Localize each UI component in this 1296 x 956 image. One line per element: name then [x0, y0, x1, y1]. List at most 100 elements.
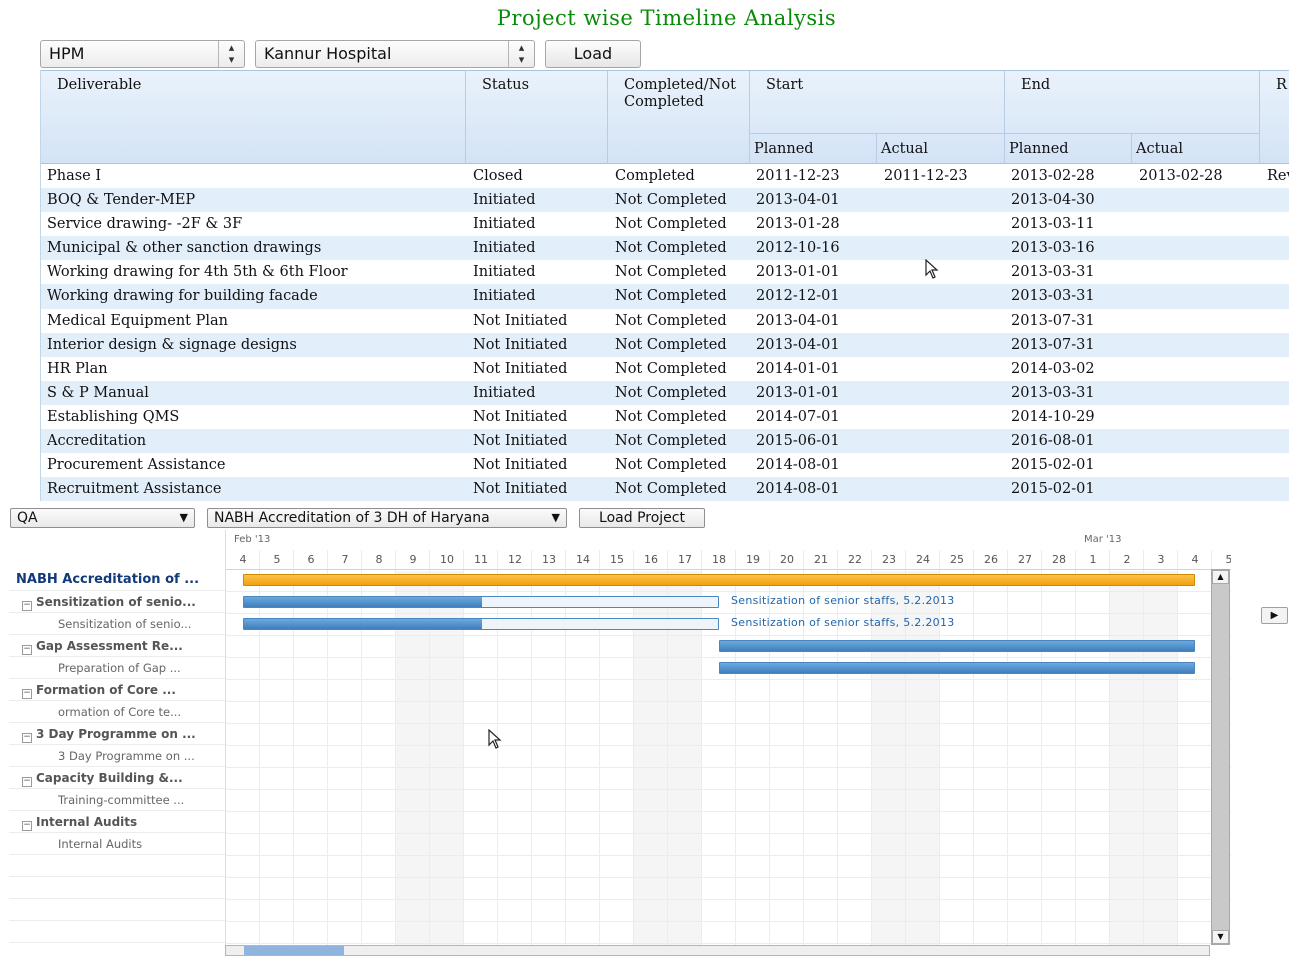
- gantt-task-bar[interactable]: [243, 618, 719, 630]
- header-start-actual[interactable]: Actual: [877, 133, 1005, 164]
- scroll-down-icon[interactable]: ▼: [1212, 930, 1229, 944]
- gantt-task-name: 3 Day Programme on ...: [58, 749, 195, 763]
- gantt-task-row[interactable]: Internal Audits: [9, 833, 225, 855]
- day-label: 3: [1157, 553, 1165, 566]
- cell-d: Municipal & other sanction drawings: [47, 240, 322, 257]
- gantt-summary-bar[interactable]: [243, 574, 1195, 586]
- gantt-horizontal-scrollbar[interactable]: [225, 945, 1210, 956]
- day-label: 4: [239, 553, 247, 566]
- day-label: 27: [1018, 553, 1032, 566]
- scroll-thumb[interactable]: [244, 946, 344, 955]
- table-row[interactable]: HR Plan Not Initiated Not Completed 2014-01…: [41, 357, 1289, 381]
- collapse-icon[interactable]: −: [22, 645, 32, 655]
- day-label: 9: [409, 553, 417, 566]
- header-end-actual[interactable]: Actual: [1132, 133, 1260, 164]
- header-deliverable[interactable]: Deliverable: [41, 71, 466, 164]
- gantt-task-name: Sensitization of senio...: [58, 617, 192, 631]
- gantt-task-row[interactable]: − Capacity Building &...: [9, 767, 225, 789]
- cell-d: Accreditation: [47, 433, 147, 450]
- grid-line: [735, 550, 736, 945]
- grid-line: [667, 550, 668, 945]
- gantt-task-bar[interactable]: [719, 662, 1195, 674]
- header-status[interactable]: Status: [466, 71, 608, 164]
- table-row[interactable]: Phase I Closed Completed 2011-12-23 2011-12-…: [41, 164, 1289, 188]
- scroll-up-icon[interactable]: ▲: [1212, 570, 1229, 584]
- cell-c: Not Completed: [615, 433, 727, 450]
- gantt-vertical-scrollbar[interactable]: ▲ ▼: [1211, 569, 1230, 945]
- row-line: [226, 855, 1231, 856]
- header-end-planned[interactable]: Planned: [1005, 133, 1132, 164]
- mouse-cursor-icon: [925, 259, 939, 279]
- load-button[interactable]: Load: [545, 40, 641, 68]
- cell-sp: 2014-07-01: [756, 408, 840, 425]
- gantt-task-row[interactable]: Sensitization of senio...: [9, 613, 225, 635]
- table-row[interactable]: Procurement Assistance Not Initiated Not C…: [41, 453, 1289, 477]
- cell-c: Not Completed: [615, 481, 727, 498]
- gantt-task-name: Capacity Building &...: [36, 771, 183, 785]
- gantt-task-row[interactable]: − Sensitization of senio...: [9, 591, 225, 613]
- row-line: [226, 789, 1231, 790]
- gantt-task-row[interactable]: Preparation of Gap ...: [9, 657, 225, 679]
- grid-line: [1143, 550, 1144, 945]
- table-row[interactable]: S & P Manual Initiated Not Completed 2013-0…: [41, 380, 1289, 405]
- month-label: Feb '13: [234, 534, 271, 545]
- project-select[interactable]: Kannur Hospital ▴ ▾: [255, 40, 535, 68]
- gantt-task-name: Sensitization of senio...: [36, 595, 196, 609]
- cell-d: Procurement Assistance: [47, 457, 226, 474]
- table-row[interactable]: BOQ & Tender-MEP Initiated Not Completed 20…: [41, 188, 1289, 213]
- scroll-right-icon[interactable]: ▶: [1261, 607, 1288, 624]
- table-row[interactable]: Medical Equipment Plan Not Initiated Not C…: [41, 309, 1289, 333]
- gantt-task-bar[interactable]: [243, 596, 719, 608]
- gantt-project-select[interactable]: NABH Accreditation of 3 DH of Haryana ▼: [207, 508, 567, 528]
- gantt-task-row[interactable]: NABH Accreditation of ...: [9, 569, 225, 591]
- table-row[interactable]: Service drawing- -2F & 3F Initiated Not Co…: [41, 212, 1289, 236]
- row-line: [226, 591, 1231, 592]
- header-completed[interactable]: Completed/Not Completed: [608, 71, 750, 164]
- collapse-icon[interactable]: −: [22, 733, 32, 743]
- table-row[interactable]: Accreditation Not Initiated Not Completed 2…: [41, 429, 1289, 454]
- weekend-shade: [1110, 571, 1144, 945]
- cell-d: Service drawing- -2F & 3F: [47, 216, 243, 233]
- table-row[interactable]: Working drawing for building facade Initi…: [41, 284, 1289, 309]
- cell-s: Initiated: [473, 384, 536, 401]
- cell-ep: 2013-02-28: [1011, 168, 1095, 184]
- gantt-filter-select[interactable]: QA ▼: [10, 508, 195, 528]
- row-line: [226, 635, 1231, 636]
- department-select[interactable]: HPM ▴ ▾: [40, 40, 245, 68]
- cell-sp: 2014-08-01: [756, 481, 840, 498]
- grid-line: [769, 550, 770, 945]
- collapse-icon[interactable]: −: [22, 601, 32, 611]
- cell-d: Working drawing for building facade: [47, 288, 318, 305]
- gantt-task-row[interactable]: ormation of Core te...: [9, 701, 225, 723]
- gantt-task-bar[interactable]: [719, 640, 1195, 652]
- gantt-task-row[interactable]: −3 Day Programme on ...: [9, 723, 225, 745]
- collapse-icon[interactable]: −: [22, 821, 32, 831]
- day-label: 10: [440, 553, 454, 566]
- day-label: 15: [610, 553, 624, 566]
- gantt-task-row[interactable]: 3 Day Programme on ...: [9, 745, 225, 767]
- project-select-value: Kannur Hospital: [264, 44, 392, 63]
- table-row[interactable]: Recruitment Assistance Not Initiated Not C…: [41, 477, 1289, 501]
- table-row[interactable]: Establishing QMS Not Initiated Not Complet…: [41, 405, 1289, 429]
- gantt-task-row[interactable]: − Internal Audits: [9, 811, 225, 833]
- collapse-icon[interactable]: −: [22, 777, 32, 787]
- gantt-task-row[interactable]: Training-committee ...: [9, 789, 225, 811]
- cell-sp: 2013-01-28: [756, 216, 840, 233]
- table-row[interactable]: Municipal & other sanction drawings Initi…: [41, 236, 1289, 261]
- page-title: Project wise Timeline Analysis: [496, 6, 837, 30]
- gantt-task-row[interactable]: − Formation of Core ...: [9, 679, 225, 701]
- row-line: [226, 899, 1231, 900]
- day-label: 24: [916, 553, 930, 566]
- table-row[interactable]: Interior design & signage designs Not Ini…: [41, 332, 1289, 357]
- day-label: 23: [882, 553, 896, 566]
- collapse-icon[interactable]: −: [22, 689, 32, 699]
- header-start-planned[interactable]: Planned: [750, 133, 877, 164]
- weekend-shade: [1144, 571, 1178, 945]
- header-remarks[interactable]: R: [1260, 71, 1289, 164]
- deliverables-table: Deliverable Status Completed/Not Complet…: [40, 70, 1289, 501]
- gantt-bar-label: Sensitization of senior staffs, 5.2.2013: [731, 594, 955, 607]
- load-project-button[interactable]: Load Project: [579, 508, 705, 528]
- gantt-task-tree: NABH Accreditation of ... − Sensitization …: [9, 530, 225, 945]
- table-row[interactable]: Working drawing for 4th 5th & 6th Floor I…: [41, 260, 1289, 284]
- gantt-task-row[interactable]: − Gap Assessment Re...: [9, 635, 225, 657]
